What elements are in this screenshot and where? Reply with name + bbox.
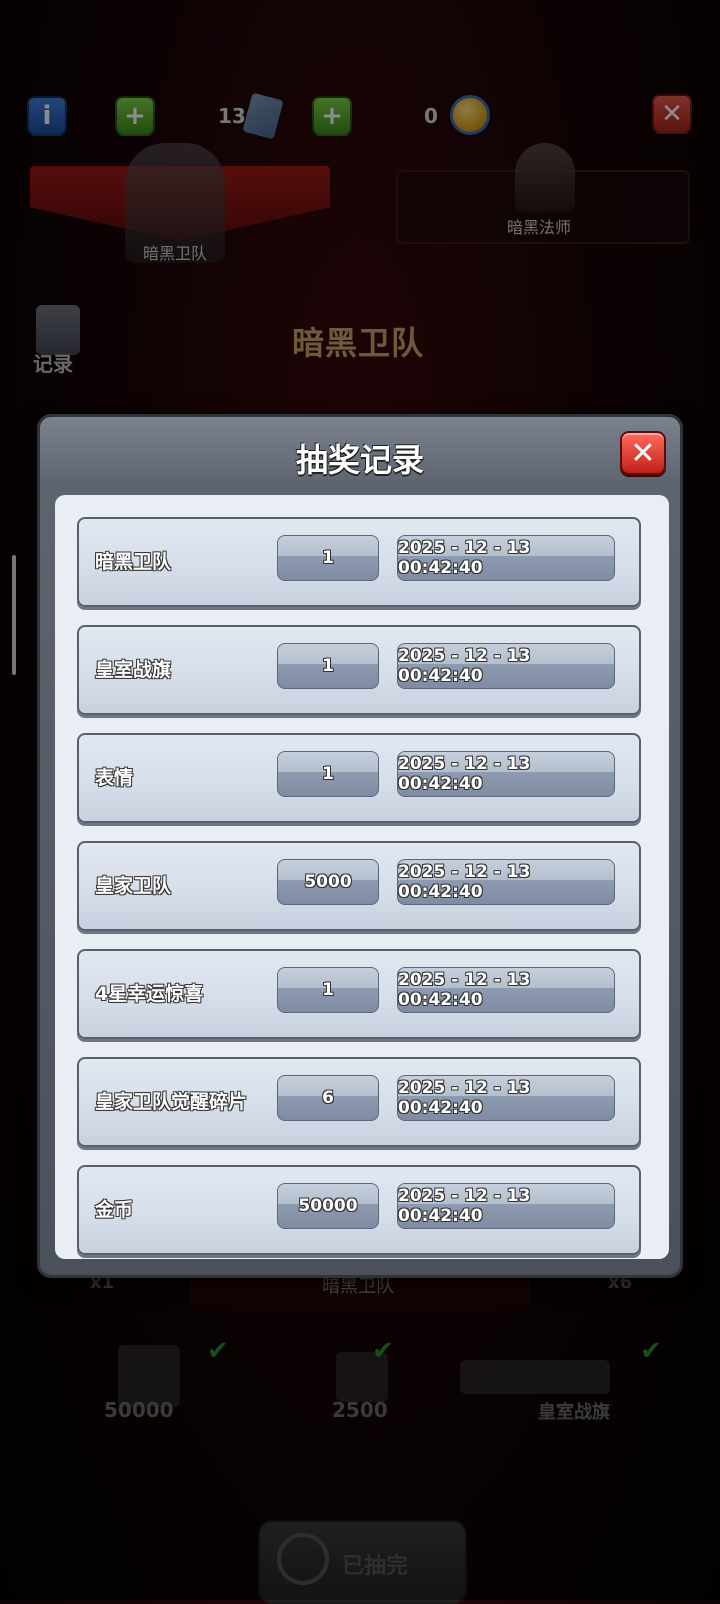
record-quantity: 1 (277, 967, 379, 1013)
record-item-name: 暗黑卫队 (95, 551, 172, 573)
record-list[interactable]: 暗黑卫队 1 2025 - 12 - 13 00:42:40 皇室战旗 1 20… (55, 495, 669, 1259)
record-quantity: 1 (277, 535, 379, 581)
record-row: 皇家卫队觉醒碎片 6 2025 - 12 - 13 00:42:40 (77, 1057, 641, 1147)
scroll-indicator (12, 555, 16, 675)
record-time: 2025 - 12 - 13 00:42:40 (397, 643, 615, 689)
record-time: 2025 - 12 - 13 00:42:40 (397, 1075, 615, 1121)
record-time: 2025 - 12 - 13 00:42:40 (397, 535, 615, 581)
record-quantity: 1 (277, 643, 379, 689)
record-item-name: 皇家卫队 (95, 875, 172, 897)
record-time: 2025 - 12 - 13 00:42:40 (397, 859, 615, 905)
record-quantity: 50000 (277, 1183, 379, 1229)
dialog-title: 抽奖记录 (295, 441, 424, 479)
record-item-name: 4星幸运惊喜 (95, 983, 204, 1005)
record-row: 4星幸运惊喜 1 2025 - 12 - 13 00:42:40 (77, 949, 641, 1039)
record-row: 金币 50000 2025 - 12 - 13 00:42:40 (77, 1165, 641, 1255)
record-item-name: 金币 (95, 1199, 134, 1221)
dialog-close-button[interactable]: ✕ (620, 431, 666, 475)
lottery-record-dialog: 抽奖记录 ✕ 暗黑卫队 1 2025 - 12 - 13 00:42:40 皇室… (37, 414, 683, 1278)
record-item-name: 皇室战旗 (95, 659, 172, 681)
record-time: 2025 - 12 - 13 00:42:40 (397, 1183, 615, 1229)
record-time: 2025 - 12 - 13 00:42:40 (397, 751, 615, 797)
record-row: 皇家卫队 5000 2025 - 12 - 13 00:42:40 (77, 841, 641, 931)
record-quantity: 6 (277, 1075, 379, 1121)
record-item-name: 表情 (95, 767, 134, 789)
record-quantity: 1 (277, 751, 379, 797)
record-quantity: 5000 (277, 859, 379, 905)
record-row: 皇室战旗 1 2025 - 12 - 13 00:42:40 (77, 625, 641, 715)
record-time: 2025 - 12 - 13 00:42:40 (397, 967, 615, 1013)
close-icon: ✕ (630, 435, 656, 471)
record-row: 暗黑卫队 1 2025 - 12 - 13 00:42:40 (77, 517, 641, 607)
record-item-name: 皇家卫队觉醒碎片 (95, 1091, 248, 1113)
record-row: 表情 1 2025 - 12 - 13 00:42:40 (77, 733, 641, 823)
